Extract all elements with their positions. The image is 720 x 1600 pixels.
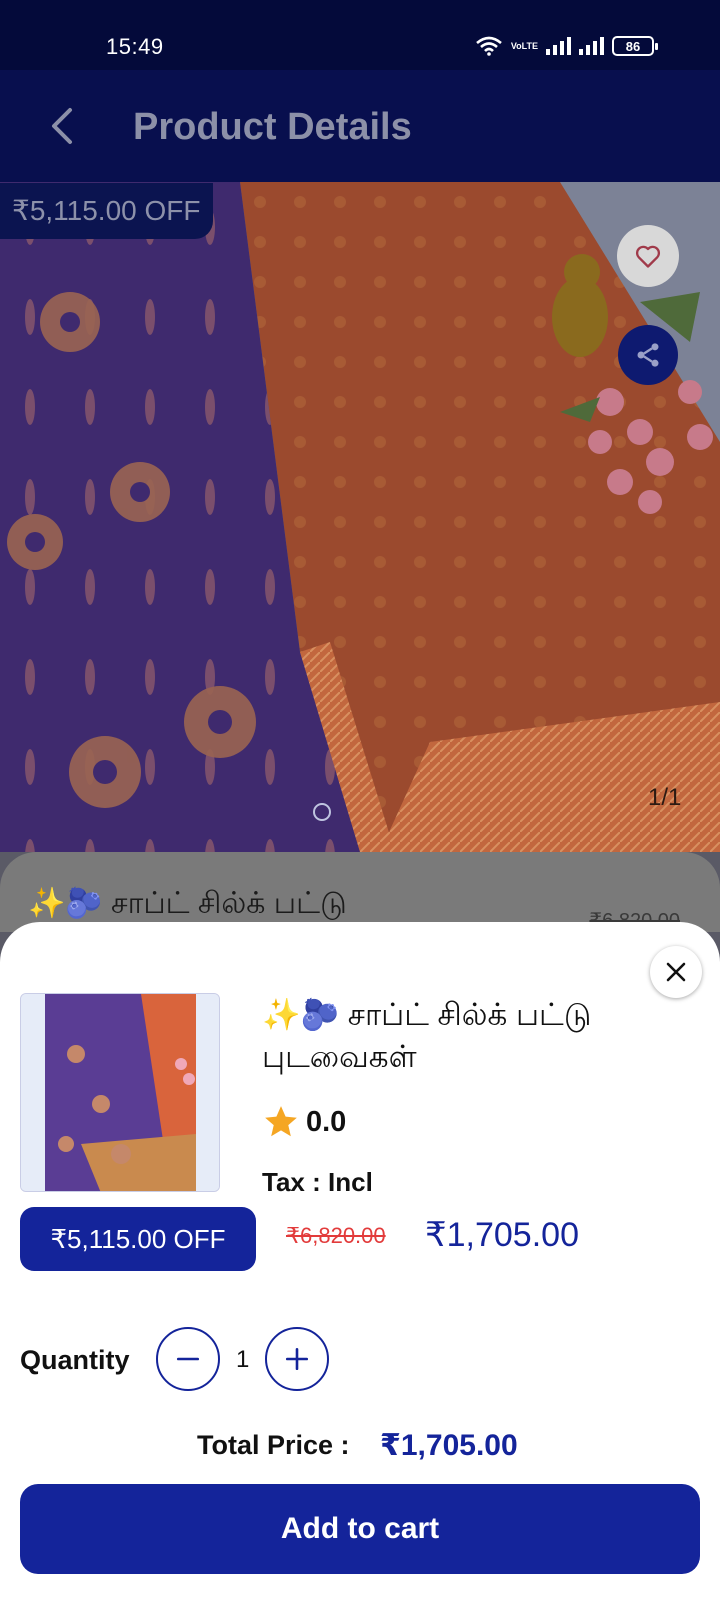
discount-badge-overlay: ₹5,115.00 OFF [0, 183, 213, 239]
status-icons: VoLTE 86 [475, 36, 658, 56]
battery-level: 86 [625, 38, 641, 54]
share-button[interactable] [618, 325, 678, 385]
signal-bars-1-icon [546, 37, 571, 55]
product-title: ✨🫐 சாப்ட் சில்க் பட்டு புடவைகள் [262, 997, 592, 1074]
chevron-left-icon[interactable] [48, 106, 76, 146]
battery-icon: 86 [612, 36, 658, 56]
thumbnail-image [21, 994, 219, 1191]
favorite-button[interactable] [617, 225, 679, 287]
close-button[interactable] [650, 946, 702, 998]
product-thumbnail [20, 993, 220, 1192]
star-icon [265, 1106, 297, 1137]
heart-icon [635, 245, 661, 268]
details-card-peek: ✨🫐 சாப்ட் சில்க் பட்டு ₹6,820.00 [0, 852, 720, 932]
close-icon [666, 962, 686, 982]
carousel-dot[interactable] [313, 803, 331, 821]
share-icon [637, 343, 659, 367]
image-counter: 1/1 [648, 784, 682, 811]
tax-label: Tax : [262, 1167, 321, 1197]
peek-product-title: ✨🫐 சாப்ட் சில்க் பட்டு [28, 887, 347, 920]
rating-value: 0.0 [306, 1105, 347, 1138]
quantity-value: 1 [236, 1346, 250, 1373]
app-header: Product Details [0, 70, 720, 182]
total-price-label: Total Price : [197, 1430, 350, 1460]
rating: 0.0 [262, 1103, 346, 1141]
signal-bars-2-icon [579, 37, 604, 55]
sale-price: ₹1,705.00 [425, 1216, 579, 1254]
minus-icon [176, 1357, 200, 1361]
total-price-value: ₹1,705.00 [380, 1429, 518, 1462]
saree-illustration [0, 182, 720, 852]
add-to-cart-button[interactable]: Add to cart [20, 1484, 700, 1574]
tax-value: Incl [328, 1167, 373, 1197]
plus-icon [285, 1347, 309, 1371]
tax-line: Tax : Incl [262, 1167, 373, 1198]
quantity-label: Quantity [20, 1345, 130, 1375]
quantity-increase-button[interactable] [265, 1327, 329, 1391]
quantity-decrease-button[interactable] [156, 1327, 220, 1391]
volte-icon: VoLTE [510, 40, 538, 51]
status-bar: 15:49 VoLTE 86 [0, 0, 720, 70]
page-title: Product Details [133, 106, 412, 148]
wifi-icon [475, 36, 502, 56]
volte-label: VoLTE [510, 40, 538, 51]
status-time: 15:49 [106, 34, 164, 59]
original-price: ₹6,820.00 [286, 1223, 386, 1248]
product-image[interactable] [0, 182, 720, 852]
discount-badge: ₹5,115.00 OFF [20, 1207, 256, 1271]
